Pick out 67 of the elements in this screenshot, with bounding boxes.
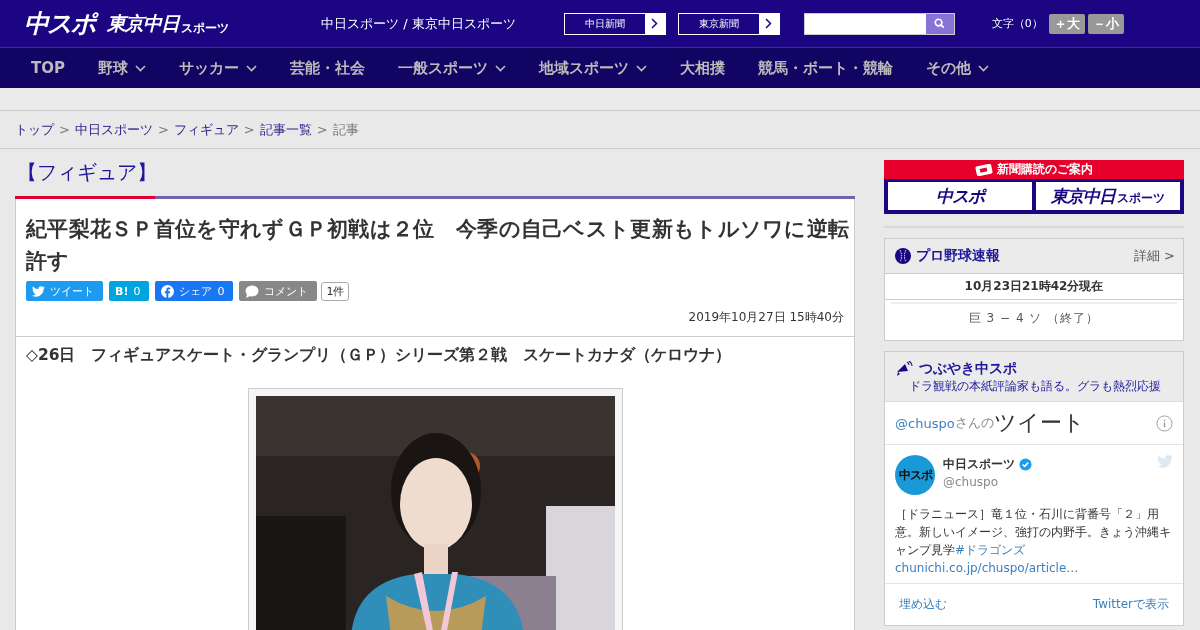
speech-bubble-icon (245, 284, 260, 298)
font-size-label: 文字（0） (991, 16, 1043, 31)
ticket-icon (975, 163, 993, 176)
footer-link[interactable]: 埋め込む (899, 596, 947, 613)
breadcrumb-link[interactable]: 記事一覧 (259, 120, 312, 139)
nav-item[interactable]: 芸能・社会 (290, 58, 365, 78)
account-link[interactable]: @chuspo (895, 415, 955, 431)
comment-count: 1件 (321, 281, 350, 301)
update-time: 10月23日21時42分現在 (885, 273, 1183, 300)
nav-item[interactable]: 野球 (98, 58, 146, 78)
search-button[interactable] (925, 13, 954, 34)
subscription-banner[interactable]: 新聞購読のご案内 中スポ 東京中日スポーツ (884, 160, 1184, 214)
footer-link[interactable]: Twitterで表示 (1092, 596, 1169, 613)
chevron-down-icon (495, 64, 506, 72)
nav-item[interactable]: 競馬・ボート・競輪 (758, 58, 893, 78)
search-icon (934, 18, 946, 29)
chuspo-logo[interactable]: 中スポ (888, 182, 1032, 210)
article-link[interactable]: chunichi.co.jp/chuspo/article… (895, 561, 1079, 575)
megaphone-icon (895, 361, 913, 377)
info-icon[interactable] (1156, 414, 1173, 432)
author-handle[interactable]: @chuspo (943, 473, 1149, 491)
hashtag-link[interactable]: #ドラゴンズ (955, 543, 1026, 557)
bird-icon (1157, 455, 1173, 468)
breadcrumb-current: 記事 (332, 120, 359, 139)
breadcrumb-link[interactable]: フィギュア (173, 120, 239, 139)
chevron-right-icon (651, 18, 659, 29)
panel-title: つぶやき中スポ (919, 360, 1018, 378)
share-button[interactable]: コメント (239, 281, 318, 301)
timeline-heading: ツイート (993, 409, 1086, 437)
avatar[interactable]: 中スポ (895, 455, 935, 495)
category-heading: 【フィギュア】 (16, 159, 158, 186)
nav-item[interactable]: 一般スポーツ (398, 58, 506, 78)
details-link[interactable]: 詳細 > (1133, 247, 1175, 265)
nav-item[interactable]: 地域スポーツ (539, 58, 647, 78)
chevron-down-icon (135, 64, 146, 72)
breadcrumb-separator: > (243, 122, 255, 137)
breadcrumb-separator: > (59, 122, 70, 137)
panel-title: プロ野球速報 (916, 247, 1001, 265)
chevron-down-icon (978, 64, 989, 72)
nav-item[interactable]: TOP (31, 59, 65, 77)
breadcrumb-separator: > (316, 122, 328, 137)
author-name[interactable]: 中日スポーツ (943, 455, 1015, 473)
nav-item[interactable]: サッカー (179, 58, 257, 78)
baseball-icon (895, 248, 911, 264)
account-suffix: さんの (954, 414, 994, 430)
tokyo-chunichi-logo[interactable]: 東京中日スポーツ (1036, 182, 1180, 210)
site-title: 中日スポーツ / 東京中日スポーツ (321, 14, 516, 33)
facebook-icon (161, 284, 175, 298)
search-field[interactable] (803, 12, 955, 35)
breadcrumb-link[interactable]: 中日スポーツ (74, 120, 153, 139)
bird-icon (32, 285, 45, 297)
share-button[interactable]: シェア 0 (155, 281, 234, 301)
chevron-down-icon (246, 64, 257, 72)
breadcrumb-link[interactable]: トップ (15, 120, 54, 139)
game-score[interactable]: 巨 3 − 4 ソ （終了） (891, 302, 1177, 340)
nav-item[interactable]: その他 (926, 58, 989, 78)
subscription-title: 新聞購読のご案内 (997, 161, 1093, 178)
nav-item[interactable]: 大相撲 (680, 58, 725, 78)
chevron-right-icon (765, 18, 773, 29)
article-date: 2019年10月27日 15時40分 (688, 310, 844, 324)
article-lead: ◇26日 フィギュアスケート・グランプリ（ＧＰ）シリーズ第２戦 スケートカナダ（ケロウナ） (26, 345, 733, 366)
newspaper-link[interactable]: 東京新聞 (677, 12, 780, 35)
chevron-down-icon (636, 64, 647, 72)
article-title: 紀平梨花ＳＰ首位を守れずＧＰ初戦は２位 今季の自己ベスト更新もトルソワに逆転許す (26, 216, 851, 275)
breadcrumb-separator: > (157, 122, 169, 137)
panel-subtitle: ドラ観戦の本紙評論家も語る。グラも熱烈応援 (909, 378, 1162, 395)
newspaper-link[interactable]: 中日新聞 (563, 12, 666, 35)
